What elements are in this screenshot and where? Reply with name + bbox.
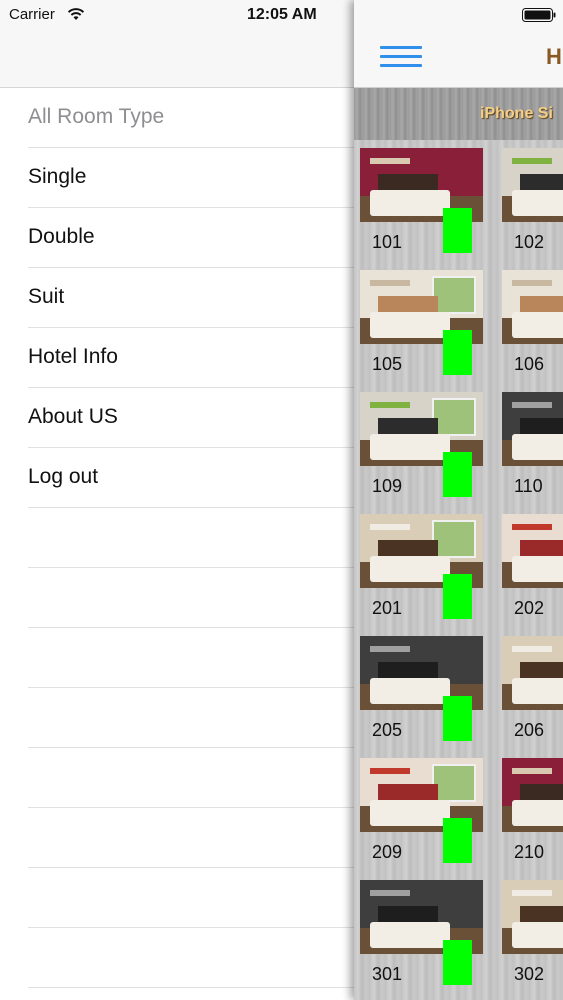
room-number: 205 <box>372 720 403 740</box>
empty-row <box>0 688 354 748</box>
menu-item-label: All Room Type <box>28 105 165 128</box>
availability-indicator <box>443 696 472 741</box>
wifi-icon <box>67 8 85 20</box>
battery-icon <box>522 8 556 22</box>
empty-row <box>0 748 354 808</box>
room-tile[interactable]: 209 <box>360 758 483 868</box>
room-number: 202 <box>514 598 545 618</box>
room-number: 102 <box>514 232 545 252</box>
availability-indicator <box>443 330 472 375</box>
room-tile[interactable]: 210 <box>502 758 563 868</box>
menu-item-double[interactable]: Double <box>0 208 354 268</box>
navigation-bar: H <box>354 30 563 88</box>
availability-indicator <box>443 940 472 985</box>
app-screen: Carrier 12:05 AM All Room Type Single Doub… <box>0 0 563 1000</box>
availability-indicator <box>443 208 472 253</box>
menu-item-label: Single <box>28 165 87 188</box>
room-tile[interactable]: 201 <box>360 514 483 624</box>
room-tile[interactable]: 105 <box>360 270 483 380</box>
room-photo <box>502 880 563 954</box>
room-number: 209 <box>372 842 403 862</box>
menu-list: All Room Type Single Double Suit Hotel Info A… <box>0 88 354 988</box>
side-drawer: Carrier 12:05 AM All Room Type Single Doub… <box>0 0 354 1000</box>
banner-text: iPhone Si <box>480 105 553 122</box>
empty-row <box>0 928 354 988</box>
room-number: 110 <box>514 476 543 496</box>
room-number: 301 <box>372 964 403 984</box>
room-number: 109 <box>372 476 403 496</box>
room-photo <box>502 514 563 588</box>
menu-item-hotel-info[interactable]: Hotel Info <box>0 328 354 388</box>
room-photo <box>502 270 563 344</box>
room-photo <box>502 148 563 222</box>
room-photo <box>502 758 563 832</box>
banner: iPhone Si <box>354 88 563 140</box>
room-tile[interactable]: 302 <box>502 880 563 990</box>
empty-row <box>0 508 354 568</box>
room-photo <box>502 636 563 710</box>
empty-row <box>0 568 354 628</box>
room-tile[interactable]: 101 <box>360 148 483 258</box>
drawer-header <box>0 30 354 88</box>
carrier-label: Carrier <box>9 6 55 23</box>
menu-item-label: Hotel Info <box>28 345 118 368</box>
room-number: 101 <box>372 232 403 252</box>
menu-item-label: Log out <box>28 465 99 488</box>
main-panel[interactable]: H iPhone Si 101 102 105 106 109 110 201 202 205 2… <box>354 0 563 1000</box>
menu-item-label: Double <box>28 225 95 248</box>
room-number: 106 <box>514 354 545 374</box>
room-number: 105 <box>372 354 403 374</box>
room-tile[interactable]: 301 <box>360 880 483 990</box>
room-number: 201 <box>372 598 403 618</box>
status-time: 12:05 AM <box>247 6 317 23</box>
room-tile[interactable]: 202 <box>502 514 563 624</box>
menu-item-suit[interactable]: Suit <box>0 268 354 328</box>
menu-item-log-out[interactable]: Log out <box>0 448 354 508</box>
room-tile[interactable]: 102 <box>502 148 563 258</box>
room-tile[interactable]: 110 <box>502 392 563 502</box>
room-grid: 101 102 105 106 109 110 201 202 205 206 209 210 301 3… <box>354 140 563 1000</box>
room-tile[interactable]: 109 <box>360 392 483 502</box>
menu-item-label: Suit <box>28 285 65 308</box>
room-tile[interactable]: 106 <box>502 270 563 380</box>
menu-item-label: About US <box>28 405 118 428</box>
hamburger-icon[interactable] <box>380 46 422 68</box>
status-bar: Carrier 12:05 AM <box>0 0 354 30</box>
room-number: 206 <box>514 720 545 740</box>
availability-indicator <box>443 574 472 619</box>
empty-row <box>0 628 354 688</box>
room-number: 210 <box>514 842 545 862</box>
status-bar-right <box>354 0 563 30</box>
availability-indicator <box>443 818 472 863</box>
row-separator <box>28 987 354 988</box>
nav-title: H <box>546 44 562 69</box>
menu-item-all-room-type[interactable]: All Room Type <box>0 88 354 148</box>
room-tile[interactable]: 206 <box>502 636 563 746</box>
availability-indicator <box>443 452 472 497</box>
room-tile[interactable]: 205 <box>360 636 483 746</box>
room-photo <box>502 392 563 466</box>
room-number: 302 <box>514 964 545 984</box>
menu-item-single[interactable]: Single <box>0 148 354 208</box>
empty-row <box>0 868 354 928</box>
empty-row <box>0 808 354 868</box>
menu-item-about-us[interactable]: About US <box>0 388 354 448</box>
